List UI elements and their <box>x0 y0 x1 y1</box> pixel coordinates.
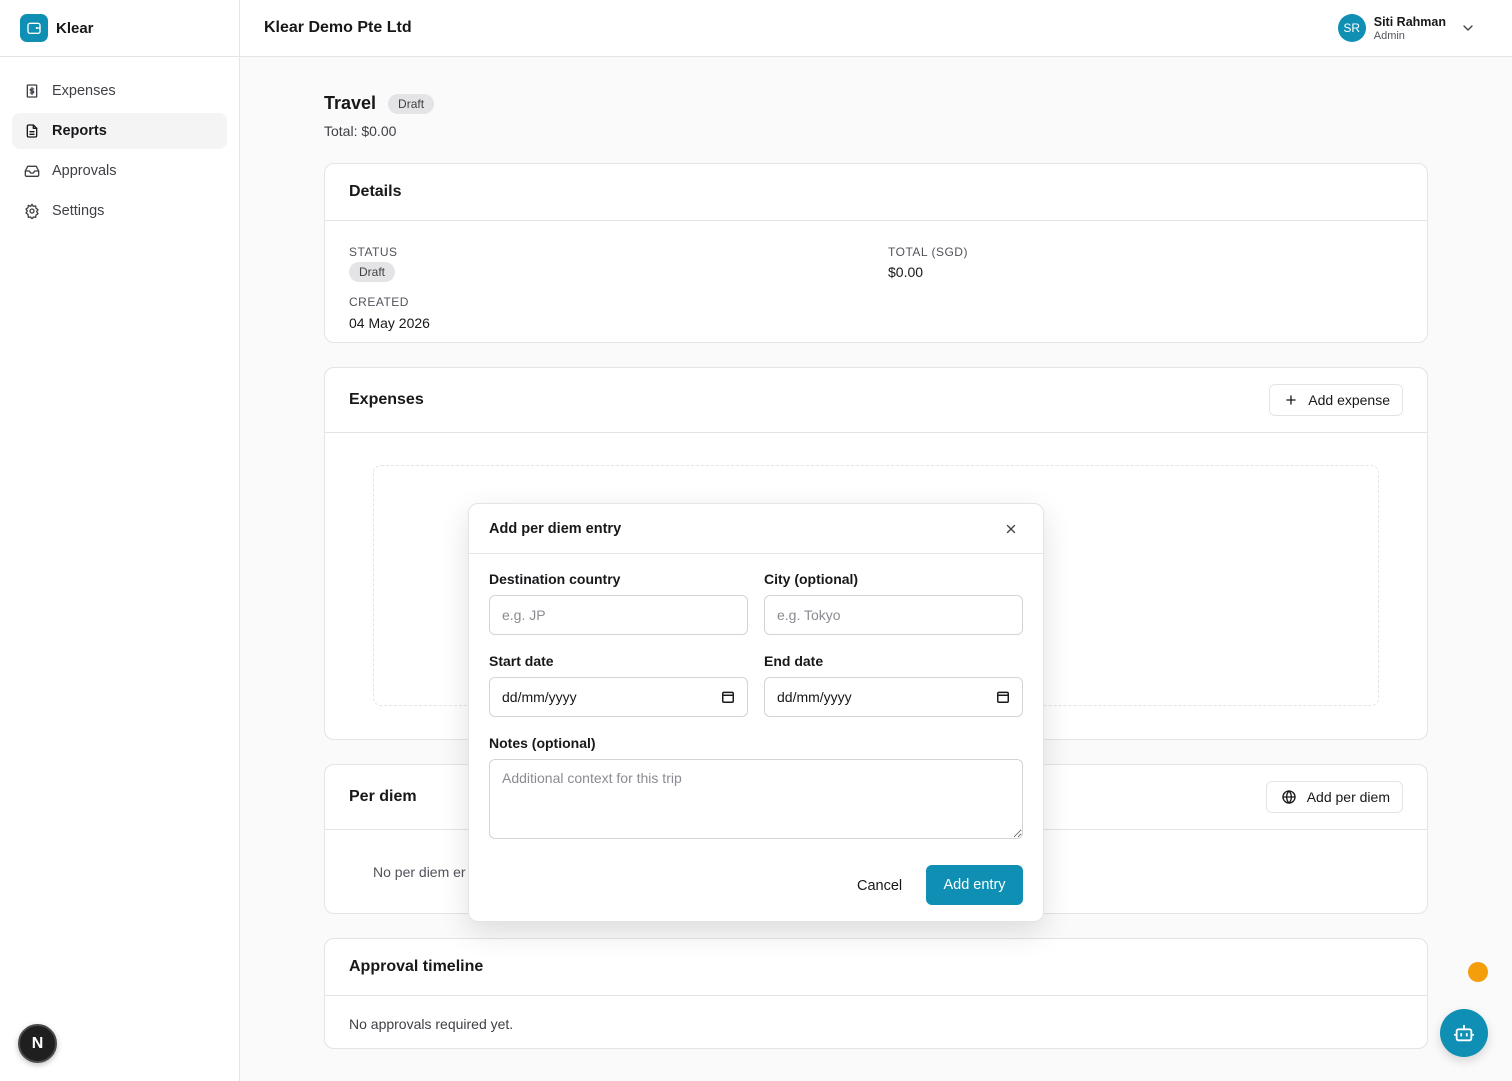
add-expense-button[interactable]: Add expense <box>1269 384 1403 416</box>
sidebar-item-label: Approvals <box>52 163 117 179</box>
total-label: TOTAL (SGD) <box>888 245 968 259</box>
sidebar-item-label: Reports <box>52 123 107 139</box>
sidebar-item-label: Expenses <box>52 83 116 99</box>
city-label: City (optional) <box>764 571 859 587</box>
sidebar-item-expenses[interactable]: Expenses <box>12 73 227 109</box>
add-per-diem-label: Add per diem <box>1306 789 1390 805</box>
org-name: Klear Demo Pte Ltd <box>264 19 412 36</box>
notes-label: Notes (optional) <box>489 735 596 751</box>
report-total: Total: $0.00 <box>324 123 397 139</box>
destination-country-input[interactable] <box>489 595 748 635</box>
add-entry-button[interactable]: Add entry <box>926 865 1023 905</box>
sidebar-item-reports[interactable]: Reports <box>12 113 227 149</box>
card-title: Per diem <box>349 788 417 805</box>
calendar-icon <box>722 691 734 703</box>
main-content: Travel Draft Total: $0.00 Details STATUS… <box>324 57 1428 1049</box>
dev-tools-badge[interactable]: N <box>18 1024 57 1063</box>
assistant-bot-button[interactable] <box>1440 1009 1488 1057</box>
sidebar-nav: Expenses Reports Approvals Settings <box>0 57 239 249</box>
user-name: Siti Rahman <box>1373 14 1446 29</box>
inbox-icon <box>24 165 40 177</box>
add-per-diem-button[interactable]: Add per diem <box>1265 781 1403 813</box>
user-role: Admin <box>1373 29 1405 42</box>
user-menu[interactable]: SR Siti Rahman Admin <box>1337 14 1476 42</box>
gear-icon <box>25 203 39 219</box>
calendar-icon <box>997 691 1009 703</box>
close-button[interactable] <box>999 517 1023 541</box>
details-card: Details STATUS Draft CREATED 04 May 2026… <box>324 163 1428 343</box>
file-text-icon <box>26 124 38 138</box>
brand[interactable]: Klear <box>0 0 239 57</box>
sidebar: Klear Expenses Reports Approvals Setting… <box>0 0 240 1081</box>
sidebar-item-settings[interactable]: Settings <box>12 193 227 229</box>
start-date-value: dd/mm/yyyy <box>502 689 577 705</box>
wallet-icon <box>20 14 48 42</box>
status-badge: Draft <box>388 93 435 114</box>
city-input[interactable] <box>764 595 1023 635</box>
per-diem-empty-text: No per diem er <box>373 864 466 880</box>
plus-icon <box>1286 395 1296 405</box>
avatar: SR <box>1337 14 1366 42</box>
cancel-button[interactable]: Cancel <box>844 866 915 906</box>
app-name: Klear <box>56 19 94 37</box>
sidebar-item-label: Settings <box>52 203 105 219</box>
end-date-input[interactable]: dd/mm/yyyy <box>764 677 1023 717</box>
add-per-diem-dialog: Add per diem entry Destination country C… <box>468 503 1044 922</box>
country-label: Destination country <box>489 571 621 587</box>
globe-icon <box>1282 790 1296 804</box>
sidebar-item-approvals[interactable]: Approvals <box>12 153 227 189</box>
chevron-down-icon <box>1463 25 1473 31</box>
start-date-input[interactable]: dd/mm/yyyy <box>489 677 748 717</box>
topbar: Klear Demo Pte Ltd SR Siti Rahman Admin <box>240 0 1512 57</box>
card-title: Approval timeline <box>349 958 484 975</box>
approval-timeline-card: Approval timeline No approvals required … <box>324 938 1428 1049</box>
bot-icon <box>1453 1024 1475 1042</box>
notes-textarea[interactable] <box>489 759 1023 839</box>
created-value: 04 May 2026 <box>349 315 430 331</box>
total-value: $0.00 <box>888 264 924 280</box>
end-date-value: dd/mm/yyyy <box>777 689 852 705</box>
end-date-label: End date <box>764 653 824 669</box>
notification-dot <box>1468 962 1488 982</box>
timeline-empty-text: No approvals required yet. <box>349 1016 514 1032</box>
add-expense-label: Add expense <box>1308 392 1390 408</box>
created-label: CREATED <box>349 295 409 309</box>
card-title: Details <box>349 183 402 200</box>
card-title: Expenses <box>349 391 424 408</box>
receipt-icon <box>26 84 38 98</box>
page-title: Travel <box>324 93 377 113</box>
status-label: STATUS <box>349 245 398 259</box>
start-date-label: Start date <box>489 653 554 669</box>
close-icon <box>1006 524 1016 533</box>
dialog-title: Add per diem entry <box>489 520 622 537</box>
status-badge: Draft <box>349 262 396 282</box>
